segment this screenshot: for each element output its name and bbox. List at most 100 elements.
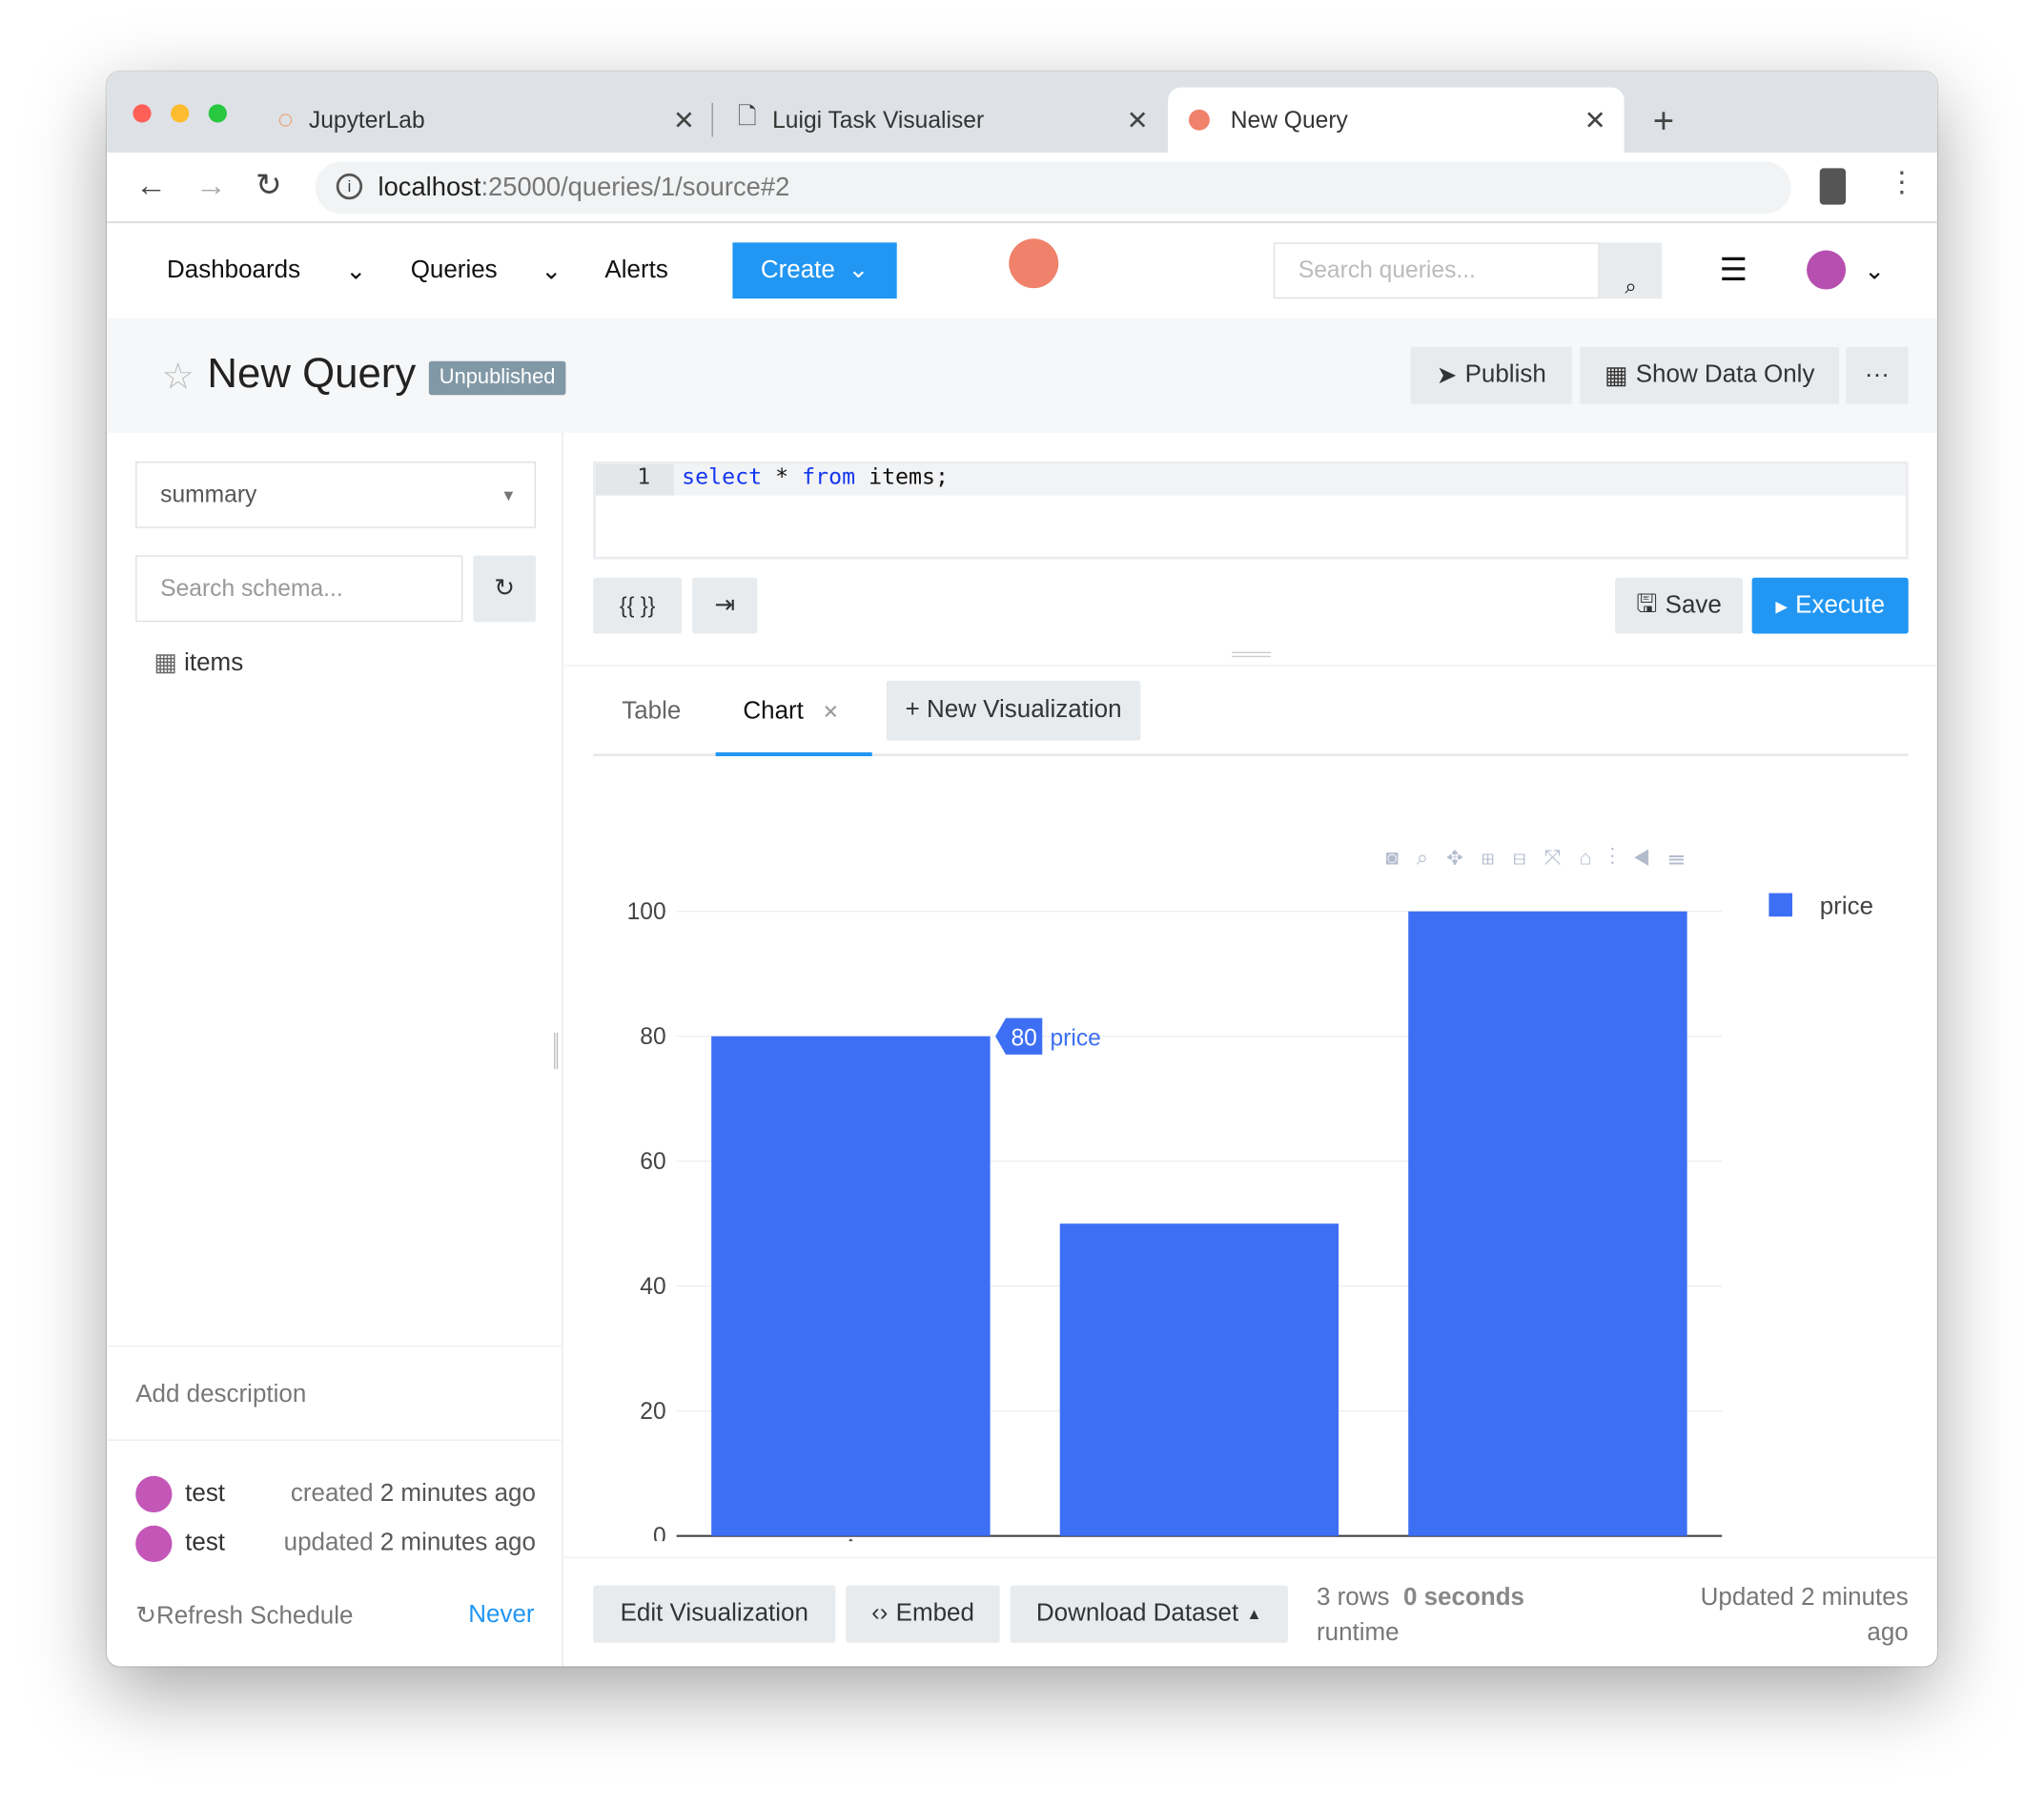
format-query-button[interactable]: ⇥ — [692, 577, 758, 634]
chevron-down-icon: ⌄ — [848, 257, 869, 285]
datasource-select[interactable]: summary ▼ — [135, 462, 536, 528]
execute-button[interactable]: ▶ Execute — [1751, 577, 1909, 634]
bar[interactable] — [1408, 911, 1687, 1536]
query-parameters-button[interactable]: {{ }} — [593, 577, 683, 634]
refresh-schema-button[interactable]: ↻ — [473, 555, 536, 623]
refresh-icon: ↻ — [135, 1602, 156, 1631]
chevron-down-icon[interactable]: ⌄ — [1864, 257, 1885, 286]
line-number: 1 — [595, 463, 674, 496]
edit-visualization-button[interactable]: Edit Visualization — [593, 1585, 836, 1643]
sql-code: select * from items; — [682, 463, 950, 491]
sidebar-resize-handle[interactable] — [554, 1032, 559, 1070]
refresh-schedule-label: ↻Refresh Schedule — [135, 1602, 354, 1631]
chevron-down-icon[interactable]: ⌄ — [345, 257, 366, 286]
y-tick-label: 0 — [653, 1524, 666, 1541]
y-tick-label: 100 — [627, 899, 666, 925]
refresh-icon: ↻ — [494, 574, 516, 603]
sql-editor[interactable]: 1 select * from items; — [593, 462, 1909, 560]
search-queries-input[interactable]: Search queries... — [1273, 242, 1600, 299]
address-bar: ← → ↻ i localhost:25000/queries/1/source… — [107, 152, 1937, 223]
menu-icon[interactable]: ⋮ — [1888, 166, 1916, 200]
query-stats: 3 rows 0 seconds runtime — [1316, 1584, 1525, 1647]
schema-table-item[interactable]: ▦ items — [153, 648, 243, 678]
browser-window: ◌ JupyterLab ✕ 🗋 Luigi Task Visualiser ✕ N… — [107, 72, 1937, 1667]
paper-plane-icon: ➤ — [1436, 361, 1458, 390]
close-icon[interactable]: ✕ — [673, 104, 695, 136]
back-icon[interactable]: ← — [135, 168, 167, 204]
code-icon: ‹› — [871, 1599, 889, 1628]
y-tick-label: 60 — [640, 1149, 665, 1175]
add-description-link[interactable]: Add description — [135, 1381, 306, 1409]
bar[interactable] — [711, 1036, 991, 1536]
create-button[interactable]: Create ⌄ — [732, 242, 897, 299]
forward-icon[interactable]: → — [195, 168, 227, 204]
avatar — [135, 1475, 173, 1513]
close-icon[interactable]: ✕ — [1127, 104, 1149, 136]
y-tick-label: 40 — [640, 1274, 665, 1300]
query-header: ☆ New Query Unpublished ➤ Publish ▦ Show D… — [107, 318, 1937, 433]
updated-time: Updated 2 minutes ago — [1700, 1584, 1909, 1647]
publish-button[interactable]: ➤ Publish — [1410, 346, 1572, 404]
settings-sliders-icon[interactable]: ☰ — [1719, 252, 1747, 290]
new-visualization-button[interactable]: + New Visualization — [886, 680, 1141, 741]
redash-logo[interactable] — [1009, 238, 1059, 289]
show-data-only-button[interactable]: ▦ Show Data Only — [1580, 346, 1840, 404]
new-tab-button[interactable]: + — [1653, 100, 1674, 142]
legend-label[interactable]: price — [1820, 891, 1873, 919]
info-icon: i — [336, 173, 363, 200]
hover-value: 80 — [1011, 1025, 1036, 1051]
tab-table[interactable]: Table — [622, 698, 681, 727]
legend-swatch[interactable] — [1768, 893, 1793, 917]
browser-tab-new-query[interactable]: New Query ✕ — [1168, 87, 1625, 153]
search-button[interactable]: ⌕ — [1599, 242, 1663, 299]
redash-icon — [1188, 109, 1210, 131]
document-icon: 🗋 — [737, 103, 757, 130]
embed-button[interactable]: ‹› Embed — [846, 1585, 1000, 1643]
bar[interactable] — [1059, 1223, 1339, 1536]
caret-up-icon: ▲ — [1246, 1605, 1262, 1624]
table-icon: ▦ — [153, 648, 185, 677]
schema-sidebar: summary ▼ Search schema... ↻ ▦ items Add … — [107, 432, 563, 1667]
save-icon: 🖫 — [1636, 589, 1658, 618]
browser-tab-jupyterlab[interactable]: ◌ JupyterLab ✕ — [256, 88, 713, 153]
jupyter-icon: ◌ — [277, 105, 294, 134]
minimize-window-button[interactable] — [171, 104, 190, 123]
reload-icon[interactable]: ↻ — [256, 167, 281, 205]
profile-icon[interactable] — [1819, 168, 1847, 205]
play-icon: ▶ — [1775, 596, 1788, 615]
indent-icon: ⇥ — [714, 591, 736, 620]
browser-tab-luigi[interactable]: 🗋 Luigi Task Visualiser ✕ — [717, 88, 1167, 153]
bar-chart[interactable]: 020406080100きゅうり80priceみかんりんごprice — [564, 863, 1937, 1542]
status-badge: Unpublished — [428, 360, 566, 396]
maximize-window-button[interactable] — [208, 104, 227, 123]
caret-down-icon: ▼ — [501, 485, 517, 504]
y-tick-label: 20 — [640, 1399, 665, 1425]
table-icon: ▦ — [1604, 361, 1628, 390]
page-title[interactable]: New Query — [207, 349, 416, 398]
hover-series-name: price — [1050, 1025, 1100, 1051]
refresh-schedule-link[interactable]: Never — [468, 1601, 534, 1630]
url-input[interactable]: i localhost:25000/queries/1/source#2 — [315, 161, 1791, 215]
hover-x-label-pointer — [848, 1538, 853, 1542]
top-nav: Dashboards ⌄ Queries ⌄ Alerts Create ⌄ Se… — [107, 222, 1937, 318]
schema-search-input[interactable]: Search schema... — [135, 555, 463, 623]
avatar[interactable] — [1807, 250, 1847, 290]
more-options-button[interactable]: ··· — [1846, 346, 1909, 404]
y-tick-label: 80 — [640, 1024, 665, 1050]
nav-queries[interactable]: Queries — [411, 257, 498, 285]
avatar — [135, 1525, 173, 1563]
chevron-down-icon[interactable]: ⌄ — [541, 257, 562, 286]
search-icon: ⌕ — [1625, 276, 1637, 299]
favorite-star-icon[interactable]: ☆ — [162, 355, 194, 398]
tab-bar: ◌ JupyterLab ✕ 🗋 Luigi Task Visualiser ✕ N… — [107, 72, 1937, 153]
close-icon[interactable]: ✕ — [823, 700, 839, 724]
close-icon[interactable]: ✕ — [1584, 104, 1606, 136]
resize-handle[interactable] — [1232, 651, 1272, 658]
close-window-button[interactable] — [133, 104, 152, 123]
download-dataset-button[interactable]: Download Dataset ▲ — [1010, 1585, 1288, 1643]
tab-chart[interactable]: Chart ✕ — [715, 681, 872, 757]
nav-dashboards[interactable]: Dashboards — [167, 257, 300, 285]
query-main: 1 select * from items; {{ }} ⇥ 🖫 Save ▶ Ex… — [564, 432, 1937, 1667]
save-button[interactable]: 🖫 Save — [1615, 577, 1744, 634]
nav-alerts[interactable]: Alerts — [604, 257, 667, 285]
